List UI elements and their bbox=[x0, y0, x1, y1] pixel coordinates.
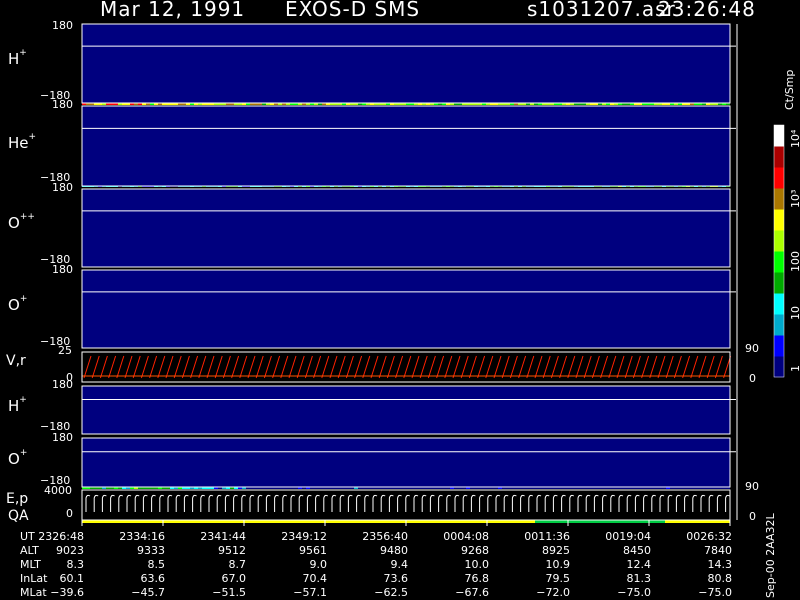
ephemeris-value: 9333 bbox=[103, 544, 165, 557]
ephemeris-value: 9023 bbox=[22, 544, 84, 557]
ephemeris-value: 2349:12 bbox=[265, 530, 327, 543]
ytick-o-top: 180 bbox=[52, 263, 73, 276]
ephemeris-value: 14.3 bbox=[670, 558, 732, 571]
ytick-he-top: 180 bbox=[52, 98, 73, 111]
ephemeris-value: 60.1 bbox=[22, 572, 84, 585]
colorbar-segment bbox=[774, 272, 784, 294]
panel-label-h-plus-2: H+ bbox=[8, 397, 27, 415]
colorbar-segment bbox=[774, 125, 784, 147]
ytick-vr-top: 25 bbox=[58, 344, 72, 357]
ephemeris-value: 0019:04 bbox=[589, 530, 651, 543]
ephemeris-value: 9480 bbox=[346, 544, 408, 557]
panel-label-o-plus: O+ bbox=[8, 296, 27, 314]
rtick-ep-bottom: 0 bbox=[749, 510, 756, 523]
ephemeris-value: −39.6 bbox=[22, 586, 84, 599]
heatmap-he-plus-bg bbox=[82, 106, 730, 186]
colorbar-segment bbox=[774, 356, 784, 378]
ytick-ep-top: 4000 bbox=[44, 484, 72, 497]
ytick-ep-bottom: 0 bbox=[66, 507, 73, 520]
panel-label-o-plus-2: O+ bbox=[8, 450, 27, 468]
ephemeris-value: 8.5 bbox=[103, 558, 165, 571]
ephemeris-value: −72.0 bbox=[508, 586, 570, 599]
panel-label-h-plus: H+ bbox=[8, 50, 27, 68]
ephemeris-value: 10.0 bbox=[427, 558, 489, 571]
panel-label-ep: E,p bbox=[6, 491, 28, 507]
ephemeris-value: 8.3 bbox=[22, 558, 84, 571]
ephemeris-value: 0011:36 bbox=[508, 530, 570, 543]
ephemeris-value: 0004:08 bbox=[427, 530, 489, 543]
colorbar-label-1e4: 10⁴ bbox=[789, 130, 800, 148]
ephemeris-value: 63.6 bbox=[103, 572, 165, 585]
ephemeris-value: −75.0 bbox=[589, 586, 651, 599]
panel-label-vr: V,r bbox=[6, 353, 26, 369]
colorbar-segment bbox=[774, 230, 784, 252]
ephemeris-value: 9512 bbox=[184, 544, 246, 557]
colorbar-label-1e3: 10³ bbox=[789, 190, 800, 208]
colorbar-label-100: 100 bbox=[789, 251, 800, 272]
rtick-vr-bottom: 0 bbox=[749, 372, 756, 385]
ephemeris-value: 2341:44 bbox=[184, 530, 246, 543]
colorbar-segment bbox=[774, 293, 784, 315]
ephemeris-value: 8925 bbox=[508, 544, 570, 557]
colorbar-segment bbox=[774, 146, 784, 168]
colorbar-label-1: 1 bbox=[789, 365, 800, 372]
ephemeris-value: −67.6 bbox=[427, 586, 489, 599]
ephemeris-value: 9561 bbox=[265, 544, 327, 557]
ephemeris-value: 81.3 bbox=[589, 572, 651, 585]
rtick-o2-bottom: 90 bbox=[745, 480, 759, 493]
ephemeris-value: −75.0 bbox=[670, 586, 732, 599]
ephemeris-value: −51.5 bbox=[184, 586, 246, 599]
ephemeris-value: 0026:32 bbox=[670, 530, 732, 543]
ytick-h-top: 180 bbox=[52, 19, 73, 32]
vr-panel-bg bbox=[82, 352, 730, 382]
colorbar-label-10: 10 bbox=[789, 306, 800, 320]
ephemeris-value: 9.4 bbox=[346, 558, 408, 571]
colorbar-segment bbox=[774, 188, 784, 210]
ephemeris-value: 8450 bbox=[589, 544, 651, 557]
sms-plot: Mar 12, 1991 EXOS-D SMS s1031207.asr 23:… bbox=[0, 0, 800, 600]
ephemeris-value: 8.7 bbox=[184, 558, 246, 571]
colorbar-segment bbox=[774, 251, 784, 273]
ephemeris-value: 73.6 bbox=[346, 572, 408, 585]
footer-note: Sep-00 2AA32L bbox=[764, 513, 777, 598]
colorbar-segment bbox=[774, 209, 784, 231]
colorbar-unit: Ct/Smp bbox=[783, 70, 796, 110]
ytick-o2-top: 180 bbox=[52, 431, 73, 444]
heatmap-o-plus-2-bg bbox=[82, 438, 730, 487]
ephemeris-value: 9.0 bbox=[265, 558, 327, 571]
colorbar-segment bbox=[774, 167, 784, 189]
ephemeris-value: 67.0 bbox=[184, 572, 246, 585]
ephemeris-value: 79.5 bbox=[508, 572, 570, 585]
heatmap-o-plusplus-bg bbox=[82, 189, 730, 267]
colorbar-segment bbox=[774, 314, 784, 336]
ephemeris-value: 12.4 bbox=[589, 558, 651, 571]
ephemeris-value: 10.9 bbox=[508, 558, 570, 571]
ephemeris-value: −62.5 bbox=[346, 586, 408, 599]
ephemeris-value: −57.1 bbox=[265, 586, 327, 599]
ephemeris-value: 70.4 bbox=[265, 572, 327, 585]
ephemeris-value: 7840 bbox=[670, 544, 732, 557]
spectrogram-canvas bbox=[0, 0, 800, 600]
ephemeris-value: −45.7 bbox=[103, 586, 165, 599]
panel-label-o-plusplus: O++ bbox=[8, 214, 35, 232]
ephemeris-value: 2334:16 bbox=[103, 530, 165, 543]
ephemeris-value: 76.8 bbox=[427, 572, 489, 585]
panel-label-qa: QA bbox=[8, 508, 29, 524]
panel-label-he-plus: He+ bbox=[8, 134, 36, 152]
ephemeris-value: 2326:48 bbox=[22, 530, 84, 543]
ephemeris-value: 9268 bbox=[427, 544, 489, 557]
ytick-h2-top: 180 bbox=[52, 378, 73, 391]
heatmap-h-plus-2-bg bbox=[82, 386, 730, 434]
ephemeris-value: 80.8 bbox=[670, 572, 732, 585]
rtick-vr-top: 90 bbox=[745, 342, 759, 355]
heatmap-o-plus-bg bbox=[82, 270, 730, 348]
ytick-opp-top: 180 bbox=[52, 181, 73, 194]
colorbar-segment bbox=[774, 335, 784, 357]
heatmap-h-plus-bg bbox=[82, 24, 730, 103]
ephemeris-value: 2356:40 bbox=[346, 530, 408, 543]
